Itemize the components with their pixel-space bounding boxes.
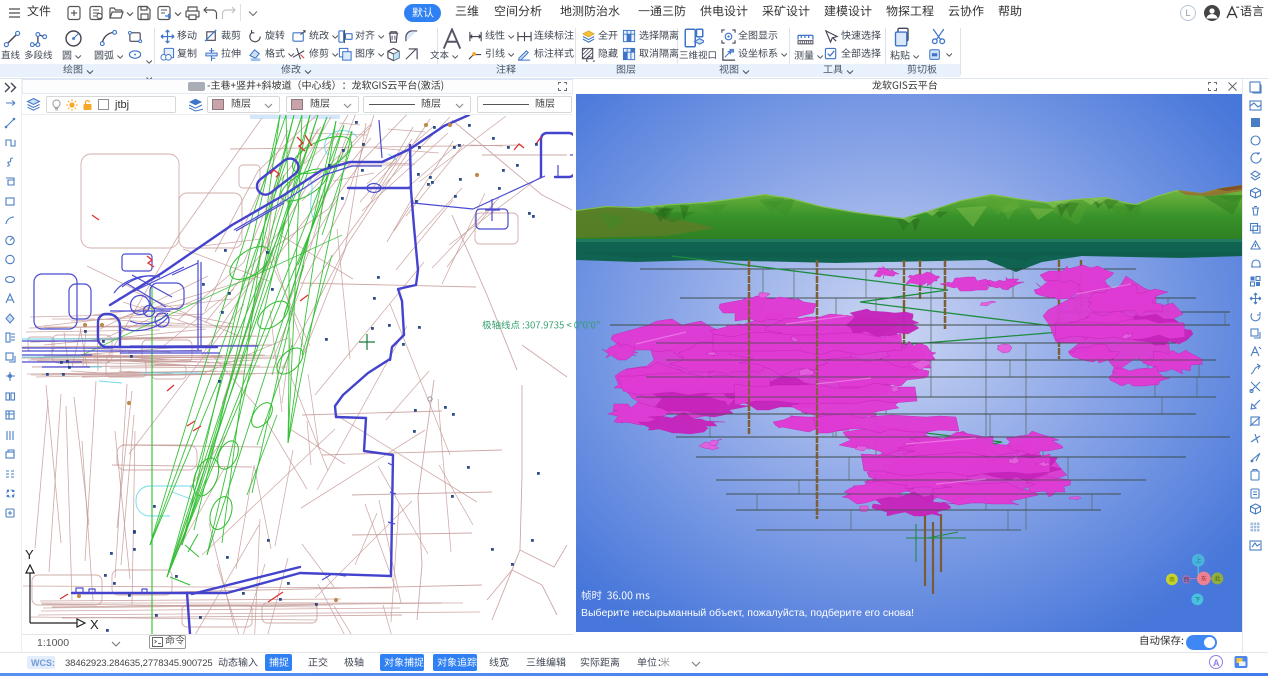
svg-text:Y: Y xyxy=(25,547,34,562)
svg-text:X: X xyxy=(90,617,99,632)
